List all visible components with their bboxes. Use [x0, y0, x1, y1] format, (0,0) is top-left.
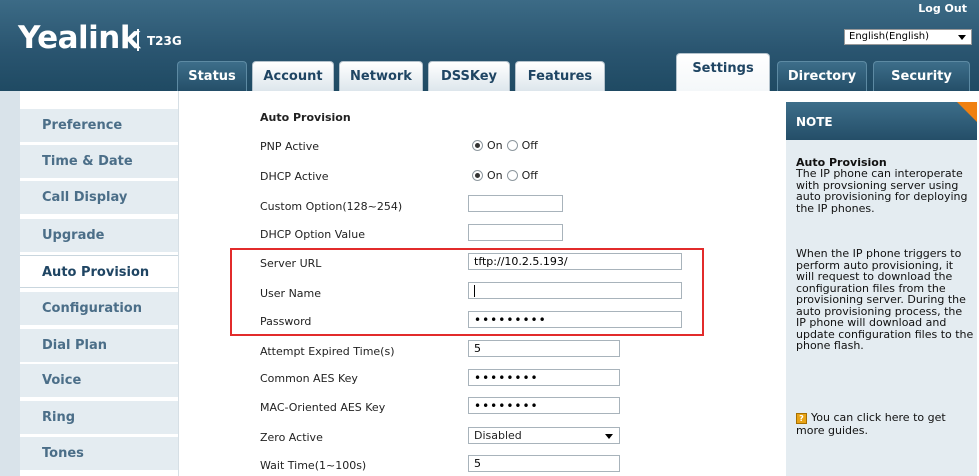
- mac-aes-key-label: MAC-Oriented AES Key: [260, 401, 386, 414]
- wait-time-field[interactable]: 5: [468, 455, 620, 472]
- zero-active-value: Disabled: [474, 429, 522, 442]
- note-paragraph-1: The IP phone can interoperate with provs…: [796, 167, 968, 215]
- sidebar-item-auto-provision[interactable]: Auto Provision: [20, 255, 178, 288]
- model-label: T23G: [147, 34, 182, 48]
- tab-account[interactable]: Account: [252, 61, 334, 91]
- sidebar-item-preference[interactable]: Preference: [20, 109, 178, 142]
- wait-time-label: Wait Time(1~100s): [260, 459, 367, 472]
- pnp-active-off-radio[interactable]: [506, 140, 518, 151]
- sidebar-item-dial-plan[interactable]: Dial Plan: [20, 329, 178, 362]
- dhcp-option-value-label: DHCP Option Value: [260, 228, 365, 241]
- chevron-down-icon: [958, 35, 966, 40]
- logo-separator: [137, 29, 139, 51]
- chevron-down-icon: [605, 434, 613, 439]
- section-title: Auto Provision: [260, 111, 351, 124]
- note-header: NOTE: [786, 102, 977, 140]
- logout-link[interactable]: Log Out: [918, 2, 967, 15]
- dhcp-active-radio-group: On Off: [472, 169, 538, 182]
- sidebar-item-voice[interactable]: Voice: [20, 364, 178, 397]
- sidebar-item-upgrade[interactable]: Upgrade: [20, 219, 178, 252]
- help-book-icon: ?: [796, 412, 807, 424]
- attempt-expired-time-field[interactable]: 5: [468, 340, 620, 357]
- sidebar-divider: [178, 91, 179, 476]
- language-select[interactable]: English(English): [844, 29, 972, 45]
- pnp-active-on-radio[interactable]: [472, 140, 483, 151]
- sidebar-item-call-display[interactable]: Call Display: [20, 181, 178, 214]
- tab-status[interactable]: Status: [177, 61, 247, 91]
- zero-active-select[interactable]: Disabled: [468, 427, 620, 444]
- dhcp-active-off-radio[interactable]: [506, 170, 518, 181]
- sidebar-item-time-date[interactable]: Time & Date: [20, 145, 178, 178]
- brand-logo: Yealink: [18, 20, 140, 56]
- tab-security[interactable]: Security: [873, 61, 970, 91]
- note-corner-flag: [957, 102, 977, 122]
- tab-dsskey[interactable]: DSSKey: [428, 61, 510, 91]
- highlight-box: [230, 248, 704, 336]
- dhcp-active-label: DHCP Active: [260, 170, 329, 183]
- pnp-active-label: PNP Active: [260, 140, 320, 153]
- dhcp-active-on-label: On: [487, 169, 503, 182]
- top-header: Yealink T23G Log Out English(English) St…: [0, 0, 979, 91]
- dhcp-active-off-label: Off: [521, 169, 538, 182]
- mac-aes-key-field[interactable]: ••••••••: [468, 397, 620, 414]
- sidebar-item-tones[interactable]: Tones: [20, 437, 178, 470]
- common-aes-key-label: Common AES Key: [260, 372, 358, 385]
- common-aes-key-field[interactable]: ••••••••: [468, 369, 620, 386]
- tab-features[interactable]: Features: [515, 61, 605, 91]
- zero-active-label: Zero Active: [260, 431, 323, 444]
- dhcp-option-value-field[interactable]: [468, 224, 563, 241]
- pnp-active-on-label: On: [487, 139, 503, 152]
- note-paragraph-2: When the IP phone triggers to perform au…: [796, 247, 974, 352]
- guides-link[interactable]: ? You can click here to get more guides.: [796, 411, 974, 437]
- pnp-active-radio-group: On Off: [472, 139, 538, 152]
- guides-link-text: You can click here to get more guides.: [796, 411, 946, 437]
- custom-option-label: Custom Option(128~254): [260, 200, 403, 213]
- language-value: English(English): [849, 31, 930, 42]
- sidebar-item-ring[interactable]: Ring: [20, 401, 178, 434]
- tab-settings[interactable]: Settings: [676, 53, 770, 91]
- tab-directory[interactable]: Directory: [777, 61, 867, 91]
- custom-option-field[interactable]: [468, 195, 563, 212]
- dhcp-active-on-radio[interactable]: [472, 170, 483, 181]
- sidebar-item-configuration[interactable]: Configuration: [20, 292, 178, 325]
- tab-network[interactable]: Network: [339, 61, 423, 91]
- attempt-expired-time-label: Attempt Expired Time(s): [260, 345, 395, 358]
- pnp-active-off-label: Off: [521, 139, 538, 152]
